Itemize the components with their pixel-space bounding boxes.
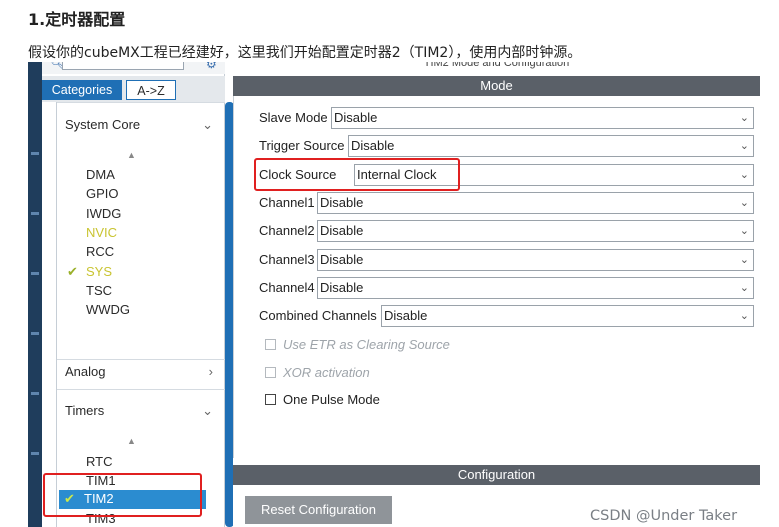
chevron-right-icon: › [208, 364, 213, 379]
panel-title: TIM2 Mode and Configuration [423, 62, 570, 69]
checkbox-use-etr[interactable]: Use ETR as Clearing Source [265, 336, 525, 354]
tab-a-to-z[interactable]: A->Z [126, 80, 176, 100]
field-label: Combined Channels [259, 308, 377, 323]
checkbox-box [265, 394, 276, 405]
field-label: Channel1 [259, 195, 315, 210]
chevron-down-icon: ⌄ [739, 169, 749, 181]
scroll-up-icon[interactable]: ▲ [127, 150, 136, 160]
category-timers[interactable]: Timers ⌄ [57, 396, 225, 426]
select-value: Disable [320, 280, 364, 295]
category-analog[interactable]: Analog › [57, 357, 225, 387]
category-label: System Core [65, 117, 141, 132]
search-area: 🔍︎ ⚙ [42, 62, 225, 74]
field-combined-channels: Combined Channels Disable ⌄ [259, 305, 754, 327]
sidebar-item-iwdg[interactable]: IWDG [86, 205, 121, 223]
chevron-down-icon: ⌄ [739, 112, 749, 124]
sidebar-item-nvic[interactable]: NVIC [86, 224, 117, 242]
channel4-select[interactable]: Disable ⌄ [317, 277, 754, 299]
field-label: Trigger Source [259, 138, 345, 153]
chevron-down-icon: ⌄ [739, 225, 749, 237]
article-intro: 假设你的cubeMX工程已经建好，这里我们开始配置定时器2（TIM2），使用内部… [28, 45, 582, 61]
trigger-source-select[interactable]: Disable ⌄ [348, 135, 754, 157]
clock-source-select[interactable]: Internal Clock ⌄ [354, 164, 754, 186]
field-clock-source: Clock Source Internal Clock ⌄ [259, 164, 754, 186]
field-channel4: Channel4 Disable ⌄ [259, 277, 754, 299]
channel3-select[interactable]: Disable ⌄ [317, 249, 754, 271]
select-value: Disable [334, 110, 378, 125]
field-label: Channel4 [259, 280, 315, 295]
slave-mode-select[interactable]: Disable ⌄ [331, 107, 754, 129]
check-icon: ✔ [64, 491, 75, 506]
background-strip [28, 62, 42, 527]
chevron-down-icon: ⌄ [739, 197, 749, 209]
channel2-select[interactable]: Disable ⌄ [317, 220, 754, 242]
sidebar-item-gpio[interactable]: GPIO [86, 185, 119, 203]
peripheral-sidebar: 🔍︎ ⚙ Categories A->Z System Core ⌄ ▲ DMA… [42, 62, 234, 527]
field-label: Channel2 [259, 223, 315, 238]
field-channel1: Channel1 Disable ⌄ [259, 192, 754, 214]
select-value: Disable [320, 223, 364, 238]
sidebar-item-rtc[interactable]: RTC [86, 453, 112, 471]
reset-configuration-button[interactable]: Reset Configuration [245, 496, 392, 524]
sidebar-item-label: TIM2 [84, 491, 114, 506]
select-value: Internal Clock [357, 167, 437, 182]
sidebar-item-wwdg[interactable]: WWDG [86, 301, 130, 319]
field-label: Slave Mode [259, 110, 328, 125]
check-icon: ✔ [67, 264, 78, 279]
chevron-down-icon: ⌄ [202, 117, 213, 132]
search-input[interactable] [62, 62, 184, 70]
article-heading: 1.定时器配置 [28, 10, 126, 29]
mode-section-body: Slave Mode Disable ⌄ Trigger Source Disa… [233, 96, 760, 458]
sidebar-item-rcc[interactable]: RCC [86, 243, 114, 261]
sidebar-item-tim2[interactable]: ✔ TIM2 [59, 490, 206, 509]
field-trigger-source: Trigger Source Disable ⌄ [259, 135, 754, 157]
gear-icon[interactable]: ⚙ [206, 62, 217, 71]
combined-channels-select[interactable]: Disable ⌄ [381, 305, 754, 327]
category-list: System Core ⌄ ▲ DMA GPIO IWDG NVIC RCC ✔… [56, 102, 225, 527]
chevron-down-icon: ⌄ [739, 140, 749, 152]
category-system-core[interactable]: System Core ⌄ [57, 110, 225, 140]
checkbox-box [265, 339, 276, 350]
checkbox-box [265, 367, 276, 378]
field-label: Clock Source [259, 167, 337, 182]
field-channel2: Channel2 Disable ⌄ [259, 220, 754, 242]
chevron-down-icon: ⌄ [739, 310, 749, 322]
sidebar-item-tim1[interactable]: TIM1 [86, 472, 116, 490]
field-slave-mode: Slave Mode Disable ⌄ [259, 107, 754, 129]
mode-section-header: Mode [233, 76, 760, 96]
checkbox-label: XOR activation [283, 365, 370, 380]
chevron-down-icon: ⌄ [739, 282, 749, 294]
select-value: Disable [320, 252, 364, 267]
sidebar-item-dma[interactable]: DMA [86, 166, 115, 184]
select-value: Disable [351, 138, 395, 153]
select-value: Disable [384, 308, 428, 323]
tim2-mode-config-panel: TIM2 Mode and Configuration Mode Slave M… [233, 62, 760, 527]
channel1-select[interactable]: Disable ⌄ [317, 192, 754, 214]
scroll-up-icon[interactable]: ▲ [127, 436, 136, 446]
checkbox-label: Use ETR as Clearing Source [283, 337, 450, 352]
category-label: Analog [65, 364, 106, 379]
cubemx-screenshot: 🔍︎ ⚙ Categories A->Z System Core ⌄ ▲ DMA… [28, 62, 760, 527]
sidebar-item-sys[interactable]: SYS [86, 263, 112, 281]
configuration-section-header: Configuration [233, 465, 760, 485]
category-label: Timers [65, 403, 105, 418]
field-channel3: Channel3 Disable ⌄ [259, 249, 754, 271]
checkbox-xor-activation[interactable]: XOR activation [265, 364, 525, 382]
chevron-down-icon: ⌄ [739, 254, 749, 266]
tab-categories[interactable]: Categories [42, 80, 122, 100]
sidebar-item-tim3[interactable]: TIM3 [86, 510, 116, 527]
chevron-down-icon: ⌄ [202, 403, 213, 418]
checkbox-one-pulse-mode[interactable]: One Pulse Mode [265, 391, 525, 409]
sidebar-item-tsc[interactable]: TSC [86, 282, 112, 300]
checkbox-label: One Pulse Mode [283, 392, 380, 407]
field-label: Channel3 [259, 252, 315, 267]
sidebar-tabbar: Categories A->Z [42, 76, 225, 102]
watermark: CSDN @Under Taker [590, 508, 738, 524]
select-value: Disable [320, 195, 364, 210]
